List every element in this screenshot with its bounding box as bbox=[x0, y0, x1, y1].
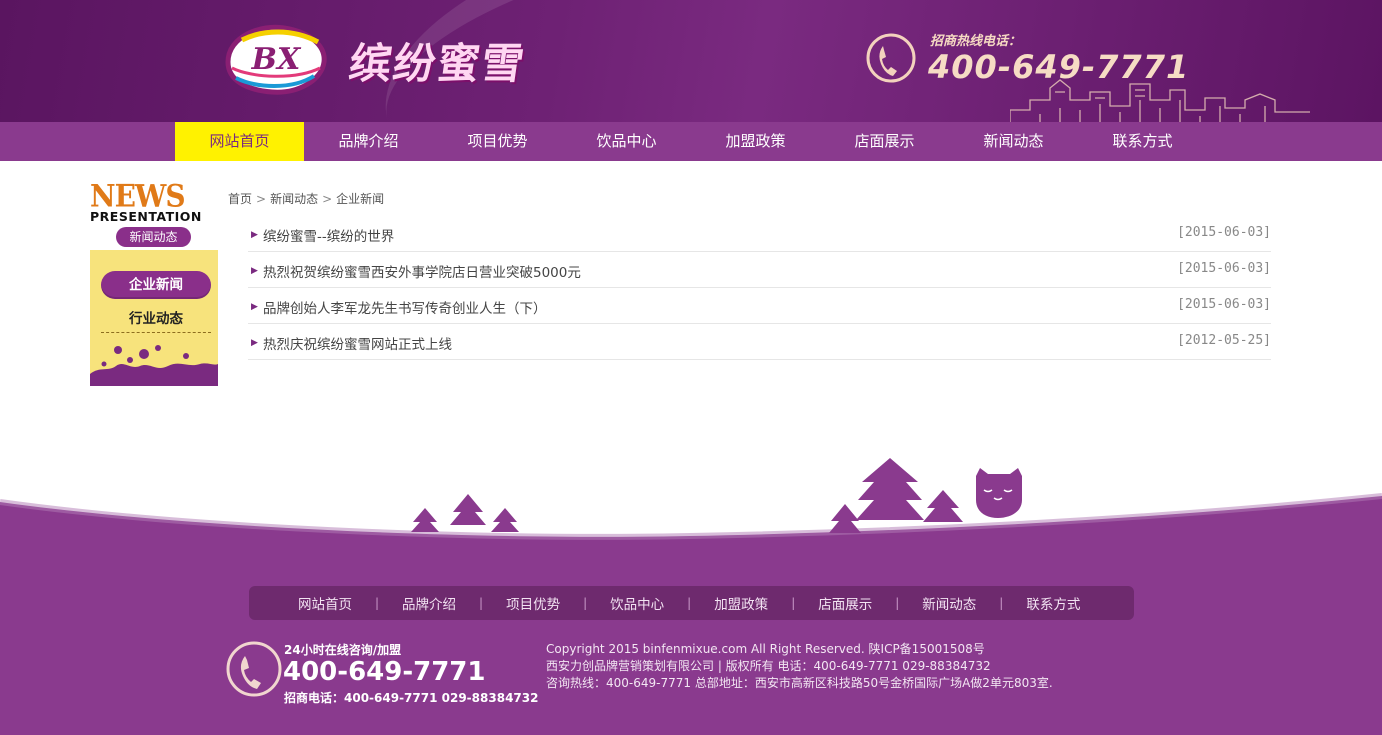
footer-copyright: Copyright 2015 binfenmixue.com All Right… bbox=[546, 641, 1053, 692]
news-date: [2015-06-03] bbox=[1177, 261, 1271, 276]
footer-company-line: 西安力创品牌营销策划有限公司 | 版权所有 电话：400-649-7771 02… bbox=[546, 659, 991, 673]
news-item[interactable]: ▶ 缤纷蜜雪--缤纷的世界 [2015-06-03] bbox=[248, 216, 1271, 252]
footer-nav-advantages[interactable]: 项目优势 bbox=[483, 593, 583, 613]
sidebar-item-industry-news[interactable]: 行业动态 bbox=[101, 305, 211, 333]
footer-recruit-line: 招商电话：400-649-7771 029-88384732 bbox=[284, 691, 539, 705]
breadcrumb-news[interactable]: 新闻动态 bbox=[270, 192, 318, 206]
cat-mascot-icon bbox=[976, 468, 1022, 518]
main-nav-list: 网站首页 品牌介绍 项目优势 饮品中心 加盟政策 店面展示 新闻动态 联系方式 bbox=[175, 122, 1207, 161]
breadcrumb-home[interactable]: 首页 bbox=[228, 192, 252, 206]
breadcrumb-company-news[interactable]: 企业新闻 bbox=[336, 192, 384, 206]
nav-item-home[interactable]: 网站首页 bbox=[175, 122, 304, 161]
arrow-bullet-icon: ▶ bbox=[251, 302, 258, 312]
news-title[interactable]: 缤纷蜜雪--缤纷的世界 bbox=[263, 225, 394, 245]
footer-nav-contact[interactable]: 联系方式 bbox=[1003, 593, 1103, 613]
footer-nav-stores[interactable]: 店面展示 bbox=[795, 593, 895, 613]
tree-icon bbox=[411, 494, 519, 532]
news-date: [2012-05-25] bbox=[1177, 333, 1271, 348]
footer-copyright-line: Copyright 2015 binfenmixue.com All Right… bbox=[546, 642, 985, 656]
nav-item-advantages[interactable]: 项目优势 bbox=[433, 122, 562, 161]
footer-nav-drinks[interactable]: 饮品中心 bbox=[587, 593, 687, 613]
footer-consult-label: 24小时在线咨询/加盟 bbox=[284, 643, 402, 657]
news-title[interactable]: 热烈庆祝缤纷蜜雪网站正式上线 bbox=[263, 333, 452, 353]
main-nav: 网站首页 品牌介绍 项目优势 饮品中心 加盟政策 店面展示 新闻动态 联系方式 bbox=[0, 122, 1382, 161]
brand-logo-badge[interactable]: BX bbox=[222, 22, 330, 96]
footer-nav-brand[interactable]: 品牌介绍 bbox=[379, 593, 479, 613]
city-skyline-illustration bbox=[1010, 79, 1310, 122]
sidebar-item-company-news[interactable]: 企业新闻 bbox=[101, 271, 211, 299]
sidebar-menu: 企业新闻 行业动态 bbox=[90, 250, 218, 386]
nav-item-news[interactable]: 新闻动态 bbox=[949, 122, 1078, 161]
nav-item-drinks[interactable]: 饮品中心 bbox=[562, 122, 691, 161]
footer-nav-franchise[interactable]: 加盟政策 bbox=[691, 593, 791, 613]
news-item[interactable]: ▶ 热烈祝贺缤纷蜜雪西安外事学院店日营业突破5000元 [2015-06-03] bbox=[248, 252, 1271, 288]
footer-nav-home[interactable]: 网站首页 bbox=[275, 593, 375, 613]
brand-name[interactable]: 缤纷蜜雪 bbox=[346, 30, 531, 91]
arrow-bullet-icon: ▶ bbox=[251, 266, 258, 276]
news-item[interactable]: ▶ 品牌创始人李军龙先生书写传奇创业人生（下） [2015-06-03] bbox=[248, 288, 1271, 324]
nav-item-brand[interactable]: 品牌介绍 bbox=[304, 122, 433, 161]
news-title[interactable]: 热烈祝贺缤纷蜜雪西安外事学院店日营业突破5000元 bbox=[263, 261, 581, 281]
news-item[interactable]: ▶ 热烈庆祝缤纷蜜雪网站正式上线 [2012-05-25] bbox=[248, 324, 1271, 360]
news-list: ▶ 缤纷蜜雪--缤纷的世界 [2015-06-03] ▶ 热烈祝贺缤纷蜜雪西安外… bbox=[248, 216, 1271, 360]
news-title[interactable]: 品牌创始人李军龙先生书写传奇创业人生（下） bbox=[263, 297, 547, 317]
news-date: [2015-06-03] bbox=[1177, 297, 1271, 312]
breadcrumb-separator: > bbox=[256, 192, 267, 206]
logo-badge-text: BX bbox=[251, 42, 302, 77]
footer-nav: 网站首页 | 品牌介绍 | 项目优势 | 饮品中心 | 加盟政策 | 店面展示 | 新闻动态… bbox=[249, 586, 1134, 620]
nav-item-stores[interactable]: 店面展示 bbox=[820, 122, 949, 161]
hotline-label: 招商热线电话： bbox=[930, 34, 1022, 49]
sidebar-heading-sub: PRESENTATION bbox=[90, 209, 202, 224]
footer-address-line: 咨询热线：400-649-7771 总部地址：西安市高新区科技路50号金桥国际广… bbox=[546, 676, 1053, 690]
paint-splash-decoration bbox=[90, 345, 218, 386]
sidebar-section-tag: 新闻动态 bbox=[116, 227, 191, 247]
site-header: BX 缤纷蜜雪 招商热线电话： 400-649-7771 bbox=[0, 0, 1382, 122]
arrow-bullet-icon: ▶ bbox=[251, 230, 258, 240]
nav-item-franchise[interactable]: 加盟政策 bbox=[691, 122, 820, 161]
footer-phone-icon bbox=[226, 641, 282, 697]
sidebar: NEWS PRESENTATION 新闻动态 企业新闻 行业动态 bbox=[90, 178, 218, 386]
nav-item-contact[interactable]: 联系方式 bbox=[1078, 122, 1207, 161]
arrow-bullet-icon: ▶ bbox=[251, 338, 258, 348]
footer-nav-news[interactable]: 新闻动态 bbox=[899, 593, 999, 613]
phone-icon bbox=[866, 33, 916, 83]
breadcrumb-separator: > bbox=[322, 192, 333, 206]
footer-consult-number: 400-649-7771 bbox=[283, 657, 486, 687]
breadcrumb: 首页 > 新闻动态 > 企业新闻 bbox=[228, 190, 384, 207]
news-date: [2015-06-03] bbox=[1177, 225, 1271, 240]
